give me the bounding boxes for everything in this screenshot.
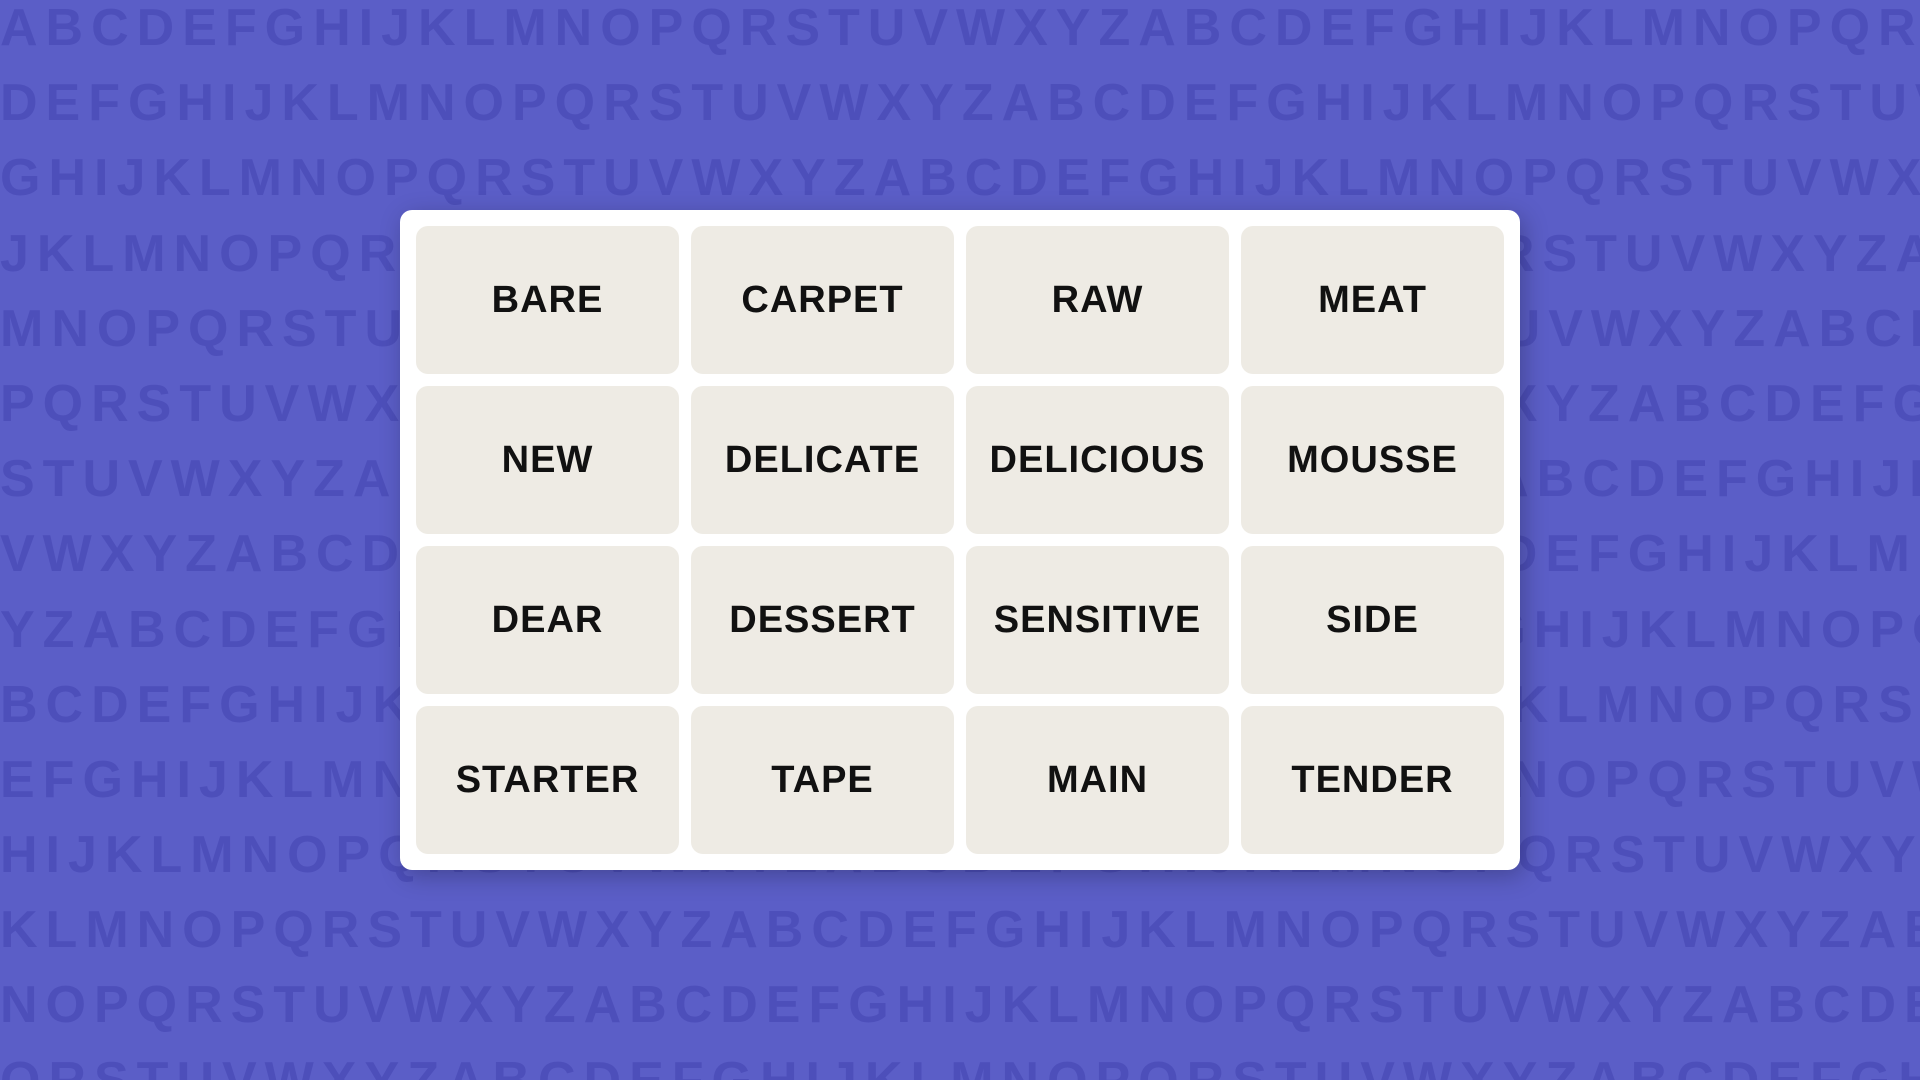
word-card-side[interactable]: SIDE: [1241, 546, 1504, 694]
word-card-mousse[interactable]: MOUSSE: [1241, 386, 1504, 534]
word-card-dessert[interactable]: DESSERT: [691, 546, 954, 694]
word-card-tape[interactable]: TAPE: [691, 706, 954, 854]
word-grid: BARE CARPET RAW MEAT NEW DELICATE DELICIOUS MOU…: [416, 226, 1504, 854]
word-label: DEAR: [492, 599, 604, 642]
word-label: SENSITIVE: [994, 599, 1202, 642]
word-label: MEAT: [1318, 279, 1427, 322]
word-label: DESSERT: [729, 599, 915, 642]
word-label: MAIN: [1047, 759, 1148, 802]
word-card-meat[interactable]: MEAT: [1241, 226, 1504, 374]
word-label: STARTER: [456, 759, 640, 802]
word-card-sensitive[interactable]: SENSITIVE: [966, 546, 1229, 694]
word-label: NEW: [502, 439, 594, 482]
word-card-delicate[interactable]: DELICATE: [691, 386, 954, 534]
word-label: MOUSSE: [1287, 439, 1458, 482]
word-label: TAPE: [771, 759, 874, 802]
word-label: RAW: [1052, 279, 1144, 322]
word-label: DELICATE: [725, 439, 920, 482]
word-label: TENDER: [1291, 759, 1453, 802]
word-card-new[interactable]: NEW: [416, 386, 679, 534]
word-grid-panel: BARE CARPET RAW MEAT NEW DELICATE DELICIOUS MOU…: [400, 210, 1520, 870]
word-label: CARPET: [741, 279, 903, 322]
word-card-main[interactable]: MAIN: [966, 706, 1229, 854]
word-label: BARE: [492, 279, 604, 322]
word-card-raw[interactable]: RAW: [966, 226, 1229, 374]
word-card-tender[interactable]: TENDER: [1241, 706, 1504, 854]
word-card-dear[interactable]: DEAR: [416, 546, 679, 694]
word-card-carpet[interactable]: CARPET: [691, 226, 954, 374]
word-label: DELICIOUS: [990, 439, 1206, 482]
word-card-delicious[interactable]: DELICIOUS: [966, 386, 1229, 534]
word-card-bare[interactable]: BARE: [416, 226, 679, 374]
word-card-starter[interactable]: STARTER: [416, 706, 679, 854]
word-label: SIDE: [1326, 599, 1419, 642]
